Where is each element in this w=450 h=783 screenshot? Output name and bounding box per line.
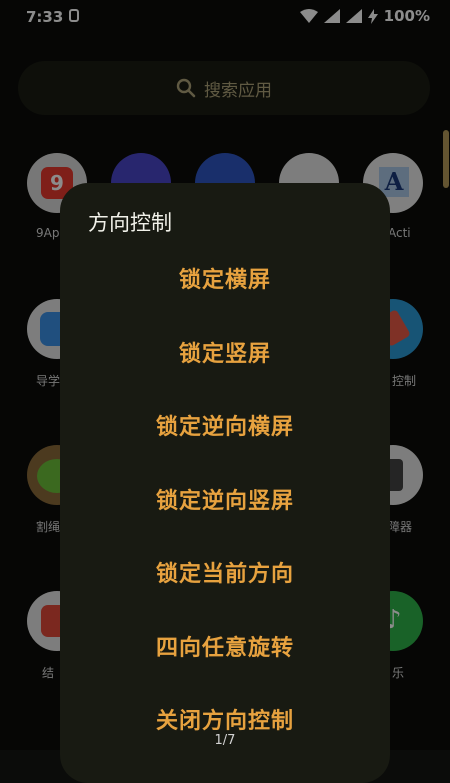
page-indicator: 1/7 bbox=[214, 733, 236, 748]
option-lock-reverse-portrait[interactable]: 锁定逆向竖屏 bbox=[60, 474, 390, 524]
option-lock-landscape[interactable]: 锁定横屏 bbox=[60, 253, 390, 303]
option-lock-reverse-landscape[interactable]: 锁定逆向横屏 bbox=[60, 400, 390, 450]
option-lock-portrait[interactable]: 锁定竖屏 bbox=[60, 327, 390, 377]
option-lock-current[interactable]: 锁定当前方向 bbox=[60, 547, 390, 597]
option-four-way-rotate[interactable]: 四向任意旋转 bbox=[60, 621, 390, 671]
dialog-title: 方向控制 bbox=[88, 211, 172, 235]
orientation-dialog: 方向控制 锁定横屏 锁定竖屏 锁定逆向横屏 锁定逆向竖屏 锁定当前方向 四向任意… bbox=[60, 183, 390, 783]
